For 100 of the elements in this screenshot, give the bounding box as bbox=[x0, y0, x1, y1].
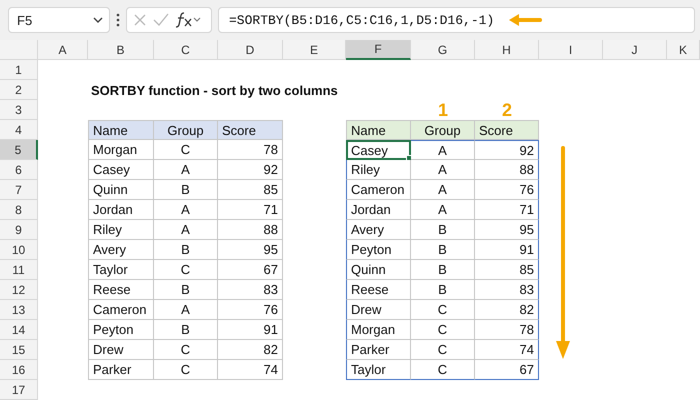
table-cell: 92 bbox=[475, 140, 539, 160]
table-cell: C bbox=[411, 300, 475, 320]
row-heading[interactable]: 11 bbox=[0, 260, 38, 280]
table-cell: Parker bbox=[88, 360, 154, 380]
row-heading[interactable]: 3 bbox=[0, 100, 38, 120]
table-cell: A bbox=[411, 200, 475, 220]
column-heading[interactable]: H bbox=[475, 40, 539, 60]
table-cell: Quinn bbox=[346, 260, 411, 280]
table-cell: C bbox=[154, 260, 218, 280]
sort-key-label: 2 bbox=[500, 100, 513, 120]
column-header: Group bbox=[411, 120, 475, 140]
table-cell: 71 bbox=[218, 200, 283, 220]
formula-bar[interactable]: =SORTBY(B5:D16,C5:C16,1,D5:D16,-1) bbox=[218, 7, 695, 33]
row-heading[interactable]: 2 bbox=[0, 80, 38, 100]
column-header: Score bbox=[475, 120, 539, 140]
table-cell: B bbox=[154, 240, 218, 260]
table-cell: 85 bbox=[475, 260, 539, 280]
column-heading[interactable]: F bbox=[346, 40, 411, 60]
table-cell: Casey bbox=[346, 140, 411, 160]
table-cell: 91 bbox=[218, 320, 283, 340]
table-cell: 92 bbox=[218, 160, 283, 180]
table-cell: B bbox=[411, 220, 475, 240]
table-cell: 67 bbox=[218, 260, 283, 280]
table-cell: 71 bbox=[475, 200, 539, 220]
column-header: Name bbox=[88, 120, 154, 140]
column-heading[interactable]: E bbox=[283, 40, 346, 60]
table-cell: 76 bbox=[475, 180, 539, 200]
column-heading[interactable]: A bbox=[38, 40, 88, 60]
table-cell: Drew bbox=[88, 340, 154, 360]
more-icon[interactable] bbox=[116, 13, 120, 27]
left-arrow bbox=[508, 13, 542, 27]
name-box[interactable]: F5 bbox=[8, 7, 110, 33]
table-cell: Drew bbox=[346, 300, 411, 320]
table-cell: 95 bbox=[218, 240, 283, 260]
column-heading[interactable]: K bbox=[667, 40, 700, 60]
table-cell: C bbox=[154, 140, 218, 160]
table-cell: B bbox=[411, 260, 475, 280]
table-cell: Morgan bbox=[346, 320, 411, 340]
table-cell: Taylor bbox=[88, 260, 154, 280]
column-heading[interactable]: J bbox=[603, 40, 667, 60]
table-cell: 83 bbox=[218, 280, 283, 300]
row-heading[interactable]: 13 bbox=[0, 300, 38, 320]
table-cell: 88 bbox=[218, 220, 283, 240]
column-heading[interactable]: G bbox=[411, 40, 475, 60]
table-cell: Taylor bbox=[346, 360, 411, 380]
table-cell: 78 bbox=[475, 320, 539, 340]
column-heading[interactable]: I bbox=[539, 40, 603, 60]
table-cell: A bbox=[154, 300, 218, 320]
table-cell: Parker bbox=[346, 340, 411, 360]
cancel-icon[interactable] bbox=[133, 13, 147, 27]
table-cell: 83 bbox=[475, 280, 539, 300]
table-cell: 74 bbox=[218, 360, 283, 380]
table-cell: Reese bbox=[346, 280, 411, 300]
row-heading[interactable]: 17 bbox=[0, 380, 38, 400]
row-heading[interactable]: 7 bbox=[0, 180, 38, 200]
table-cell: A bbox=[154, 200, 218, 220]
row-heading[interactable]: 16 bbox=[0, 360, 38, 380]
sheet-title: SORTBY function - sort by two columns bbox=[90, 82, 339, 100]
table-cell: Avery bbox=[346, 220, 411, 240]
table-cell: 82 bbox=[475, 300, 539, 320]
table-cell: Quinn bbox=[88, 180, 154, 200]
table-cell: B bbox=[154, 320, 218, 340]
row-heading[interactable]: 10 bbox=[0, 240, 38, 260]
row-heading[interactable]: 9 bbox=[0, 220, 38, 240]
column-heading[interactable]: B bbox=[88, 40, 154, 60]
row-heading[interactable]: 4 bbox=[0, 120, 38, 140]
table-cell: B bbox=[411, 240, 475, 260]
table-cell: Riley bbox=[88, 220, 154, 240]
table-cell: C bbox=[411, 360, 475, 380]
column-heading[interactable]: D bbox=[218, 40, 283, 60]
column-heading[interactable]: C bbox=[154, 40, 218, 60]
table-cell: 74 bbox=[475, 340, 539, 360]
insert-function-icon[interactable] bbox=[175, 12, 201, 28]
table-cell: C bbox=[411, 340, 475, 360]
table-cell: 91 bbox=[475, 240, 539, 260]
select-all-corner[interactable] bbox=[0, 40, 38, 60]
row-heading[interactable]: 5 bbox=[0, 140, 38, 160]
table-cell: Peyton bbox=[346, 240, 411, 260]
row-heading[interactable]: 6 bbox=[0, 160, 38, 180]
check-icon[interactable] bbox=[153, 13, 169, 27]
chevron-down-icon bbox=[93, 17, 103, 23]
table-cell: 82 bbox=[218, 340, 283, 360]
row-heading[interactable]: 15 bbox=[0, 340, 38, 360]
table-cell: B bbox=[411, 280, 475, 300]
column-header: Score bbox=[218, 120, 283, 140]
row-heading[interactable]: 8 bbox=[0, 200, 38, 220]
table-cell: Morgan bbox=[88, 140, 154, 160]
table-cell: Cameron bbox=[346, 180, 411, 200]
row-heading[interactable]: 12 bbox=[0, 280, 38, 300]
table-cell: A bbox=[154, 160, 218, 180]
table-cell: B bbox=[154, 180, 218, 200]
table-cell: A bbox=[411, 180, 475, 200]
row-heading[interactable]: 1 bbox=[0, 60, 38, 80]
table-cell: Casey bbox=[88, 160, 154, 180]
table-cell: Avery bbox=[88, 240, 154, 260]
table-cell: A bbox=[411, 160, 475, 180]
table-cell: 88 bbox=[475, 160, 539, 180]
table-cell: Cameron bbox=[88, 300, 154, 320]
row-heading[interactable]: 14 bbox=[0, 320, 38, 340]
table-cell: Peyton bbox=[88, 320, 154, 340]
